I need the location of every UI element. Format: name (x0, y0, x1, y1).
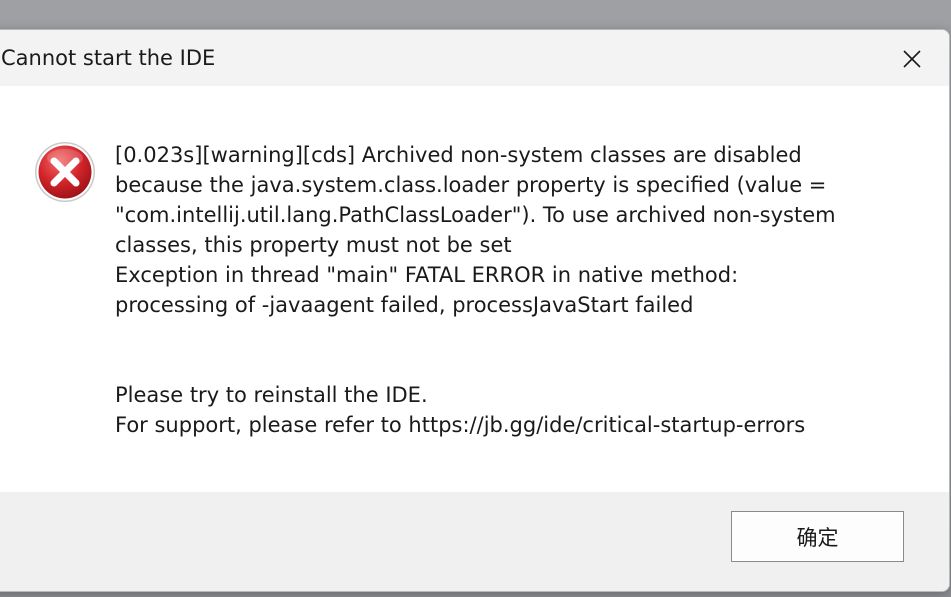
message-line: classes, this property must not be set (115, 233, 512, 257)
ok-button[interactable]: 确定 (731, 511, 904, 562)
message-line: [0.023s][warning][cds] Archived non-syst… (115, 143, 802, 167)
title-bar: Cannot start the IDE (0, 30, 949, 86)
message-line: processing of -javaagent failed, process… (115, 293, 694, 317)
error-message: [0.023s][warning][cds] Archived non-syst… (115, 140, 895, 440)
button-bar: 确定 (0, 492, 949, 591)
support-link-line: For support, please refer to https://jb.… (115, 413, 806, 437)
close-button[interactable] (895, 42, 929, 76)
dialog-content: [0.023s][warning][cds] Archived non-syst… (0, 86, 949, 492)
close-icon (903, 50, 921, 68)
message-line: Exception in thread "main" FATAL ERROR i… (115, 263, 739, 287)
message-line: "com.intellij.util.lang.PathClassLoader"… (115, 203, 836, 227)
error-dialog: Cannot start the IDE [0.023s][warning][c… (0, 29, 950, 592)
message-line: because the java.system.class.loader pro… (115, 173, 827, 197)
message-spacer (115, 320, 895, 380)
dialog-title: Cannot start the IDE (1, 46, 216, 70)
help-line: Please try to reinstall the IDE. (115, 383, 428, 407)
error-icon (35, 142, 95, 202)
